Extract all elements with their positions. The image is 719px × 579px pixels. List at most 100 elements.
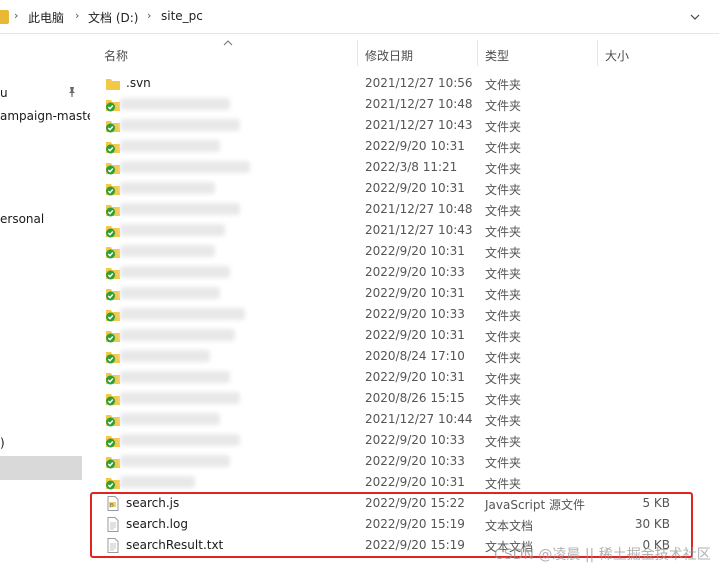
redacted-file-name[interactable] xyxy=(120,413,220,425)
file-type: 文件夹 xyxy=(485,99,522,113)
modified-date: 2022/9/20 10:33 xyxy=(365,265,465,279)
file-type: 文件夹 xyxy=(485,456,522,470)
file-type: 文件夹 xyxy=(485,141,522,155)
redacted-file-name[interactable] xyxy=(120,203,240,215)
column-header-size[interactable]: 大小 xyxy=(605,47,629,64)
redacted-file-name[interactable] xyxy=(120,245,215,257)
redacted-file-name[interactable] xyxy=(120,266,230,278)
file-name[interactable]: .svn xyxy=(126,76,151,90)
column-divider[interactable] xyxy=(477,40,478,66)
redacted-file-name[interactable] xyxy=(120,161,250,173)
table-row[interactable]: 2021/12/27 10:48 文件夹 xyxy=(100,94,700,115)
modified-date: 2022/9/20 10:31 xyxy=(365,286,465,300)
redacted-file-name[interactable] xyxy=(120,119,240,131)
svn-folder-icon xyxy=(105,412,121,427)
chevron-right-icon[interactable]: › xyxy=(14,9,18,22)
table-row[interactable]: 2021/12/27 10:44 文件夹 xyxy=(100,409,700,430)
modified-date: 2021/12/27 10:48 xyxy=(365,97,473,111)
table-row[interactable]: 2021/12/27 10:43 文件夹 xyxy=(100,220,700,241)
svn-folder-icon xyxy=(105,223,121,238)
table-row[interactable]: 2022/9/20 10:31 文件夹 xyxy=(100,136,700,157)
svn-folder-icon xyxy=(105,202,121,217)
table-row[interactable]: .svn 2021/12/27 10:56 文件夹 xyxy=(100,73,700,94)
table-row[interactable]: 2022/9/20 10:33 文件夹 xyxy=(100,451,700,472)
file-type: 文件夹 xyxy=(485,309,522,323)
sidebar-item-selected[interactable] xyxy=(0,456,82,480)
modified-date: 2022/9/20 10:33 xyxy=(365,454,465,468)
modified-date: 2022/9/20 10:31 xyxy=(365,370,465,384)
redacted-file-name[interactable] xyxy=(120,182,215,194)
table-row[interactable]: 2022/9/20 10:33 文件夹 xyxy=(100,304,700,325)
svn-folder-icon xyxy=(105,244,121,259)
breadcrumb-site-pc[interactable]: site_pc xyxy=(161,9,203,23)
redacted-file-name[interactable] xyxy=(120,308,245,320)
modified-date: 2022/9/20 10:31 xyxy=(365,181,465,195)
file-type: 文件夹 xyxy=(485,372,522,386)
pin-icon[interactable] xyxy=(66,86,80,100)
modified-date: 2021/12/27 10:44 xyxy=(365,412,473,426)
table-row[interactable]: 2022/3/8 11:21 文件夹 xyxy=(100,157,700,178)
chevron-down-icon[interactable] xyxy=(685,7,705,27)
redacted-file-name[interactable] xyxy=(120,350,210,362)
table-row[interactable]: 2020/8/24 17:10 文件夹 xyxy=(100,346,700,367)
table-row[interactable]: 2022/9/20 10:33 文件夹 xyxy=(100,262,700,283)
svn-folder-icon xyxy=(105,433,121,448)
file-type: 文件夹 xyxy=(485,225,522,239)
column-header-modified[interactable]: 修改日期 xyxy=(365,47,413,64)
table-row[interactable]: 2020/8/26 15:15 文件夹 xyxy=(100,388,700,409)
column-header-name[interactable]: 名称 xyxy=(104,47,128,64)
table-row[interactable]: 2021/12/27 10:43 文件夹 xyxy=(100,115,700,136)
address-bar[interactable]: › 此电脑 › 文档 (D:) › site_pc xyxy=(0,0,719,34)
navigation-pane[interactable]: u ampaign-maste ersonal ) xyxy=(0,34,90,579)
file-type: 文件夹 xyxy=(485,351,522,365)
column-divider[interactable] xyxy=(597,40,598,66)
redacted-file-name[interactable] xyxy=(120,98,230,110)
column-divider[interactable] xyxy=(357,40,358,66)
sidebar-item[interactable]: u xyxy=(0,86,8,100)
folder-icon xyxy=(105,76,121,91)
sidebar-item[interactable]: ) xyxy=(0,436,5,450)
file-type: 文件夹 xyxy=(485,414,522,428)
redacted-file-name[interactable] xyxy=(120,455,230,467)
redacted-file-name[interactable] xyxy=(120,287,220,299)
redacted-file-name[interactable] xyxy=(120,434,240,446)
modified-date: 2021/12/27 10:48 xyxy=(365,202,473,216)
sidebar-item[interactable]: ampaign-maste xyxy=(0,109,90,123)
table-row[interactable]: 2022/9/20 10:31 文件夹 xyxy=(100,472,700,493)
redacted-file-name[interactable] xyxy=(120,140,220,152)
svn-folder-icon xyxy=(105,118,121,133)
file-type: 文件夹 xyxy=(485,204,522,218)
table-row[interactable]: 2022/9/20 10:31 文件夹 xyxy=(100,367,700,388)
file-type: 文件夹 xyxy=(485,435,522,449)
redacted-file-name[interactable] xyxy=(120,476,195,488)
table-row[interactable]: 2022/9/20 10:31 文件夹 xyxy=(100,241,700,262)
file-type: 文件夹 xyxy=(485,267,522,281)
modified-date: 2022/9/20 10:31 xyxy=(365,244,465,258)
svn-folder-icon xyxy=(105,454,121,469)
svn-folder-icon xyxy=(105,349,121,364)
table-row[interactable]: 2022/9/20 10:33 文件夹 xyxy=(100,430,700,451)
table-row[interactable]: 2022/9/20 10:31 文件夹 xyxy=(100,178,700,199)
svn-folder-icon xyxy=(105,370,121,385)
file-type: 文件夹 xyxy=(485,78,522,92)
column-header-type[interactable]: 类型 xyxy=(485,47,509,64)
sidebar-item[interactable]: ersonal xyxy=(0,212,44,226)
file-type: 文件夹 xyxy=(485,393,522,407)
modified-date: 2020/8/24 17:10 xyxy=(365,349,465,363)
table-row[interactable]: 2022/9/20 10:31 文件夹 xyxy=(100,325,700,346)
modified-date: 2022/9/20 10:33 xyxy=(365,433,465,447)
redacted-file-name[interactable] xyxy=(120,392,240,404)
breadcrumb-drive-d[interactable]: 文档 (D:) xyxy=(88,9,138,26)
chevron-right-icon[interactable]: › xyxy=(75,9,79,22)
modified-date: 2021/12/27 10:56 xyxy=(365,76,473,90)
breadcrumb-this-pc[interactable]: 此电脑 xyxy=(28,9,64,26)
table-row[interactable]: 2021/12/27 10:48 文件夹 xyxy=(100,199,700,220)
chevron-right-icon[interactable]: › xyxy=(147,9,151,22)
redacted-file-name[interactable] xyxy=(120,371,230,383)
modified-date: 2022/9/20 10:31 xyxy=(365,139,465,153)
svn-folder-icon xyxy=(105,181,121,196)
table-row[interactable]: 2022/9/20 10:31 文件夹 xyxy=(100,283,700,304)
redacted-file-name[interactable] xyxy=(120,329,235,341)
file-type: 文件夹 xyxy=(485,183,522,197)
redacted-file-name[interactable] xyxy=(120,224,225,236)
